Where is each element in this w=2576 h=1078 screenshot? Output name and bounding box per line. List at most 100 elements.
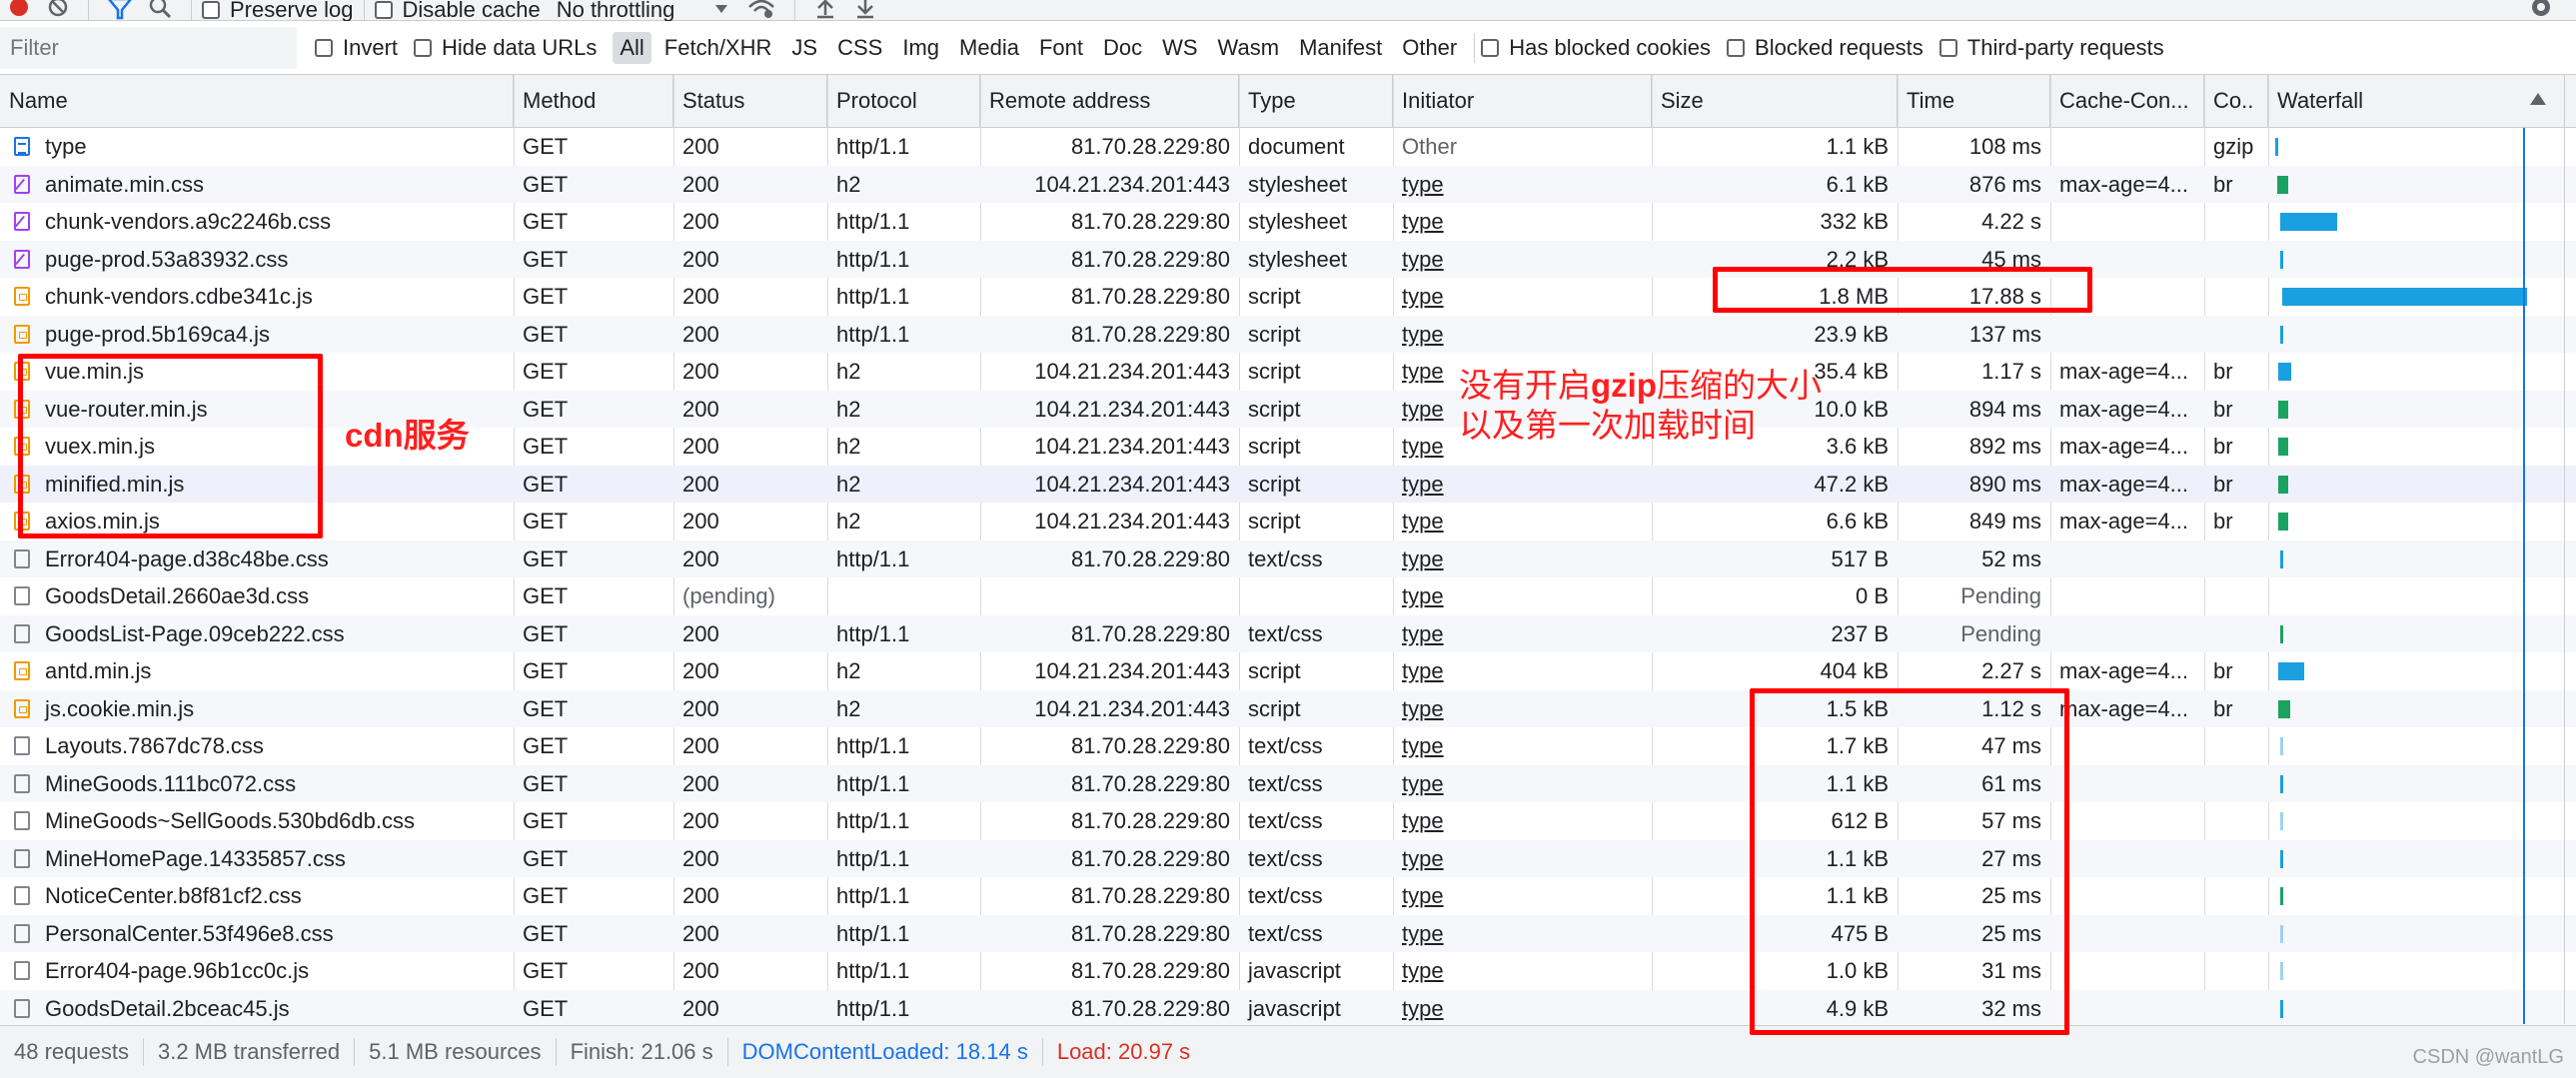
table-row[interactable]: minified.min.js GET 200 h2 104.21.234.201:44…	[0, 465, 2576, 504]
cell-type: stylesheet	[1248, 246, 1348, 272]
type-filter-other[interactable]: Other	[1395, 32, 1464, 64]
record-icon[interactable]	[8, 0, 30, 21]
checkbox-box[interactable]	[374, 1, 393, 19]
cell-initiator[interactable]: type	[1393, 690, 1652, 728]
cell-initiator[interactable]: type	[1393, 203, 1652, 241]
checkbox-box[interactable]	[1481, 38, 1500, 57]
throttling-select[interactable]: No throttling	[557, 0, 737, 22]
invert-checkbox[interactable]: Invert	[315, 35, 398, 61]
table-row[interactable]: js.cookie.min.js GET 200 h2 104.21.234.201:4…	[0, 689, 2576, 728]
cell-initiator[interactable]: type	[1393, 241, 1652, 279]
hide-data-urls-checkbox[interactable]: Hide data URLs	[414, 35, 597, 61]
type-filter-font[interactable]: Font	[1032, 32, 1090, 64]
column-header-type[interactable]: Type	[1239, 75, 1393, 127]
type-filter-manifest[interactable]: Manifest	[1292, 32, 1389, 64]
waterfall-bar	[2279, 737, 2283, 755]
cell-initiator[interactable]: type	[1393, 952, 1652, 990]
column-header-cache-control[interactable]: Cache-Con...	[2050, 75, 2204, 127]
type-filter-js[interactable]: JS	[784, 32, 824, 64]
table-row[interactable]: MineGoods~SellGoods.530bd6db.css GET 200 ht…	[0, 802, 2576, 840]
type-filter-fetch-xhr[interactable]: Fetch/XHR	[657, 32, 779, 64]
type-filter-css[interactable]: CSS	[830, 32, 889, 64]
has-blocked-cookies-checkbox[interactable]: Has blocked cookies	[1481, 35, 1711, 61]
cell-initiator[interactable]: type	[1393, 540, 1652, 578]
column-header-remote-address[interactable]: Remote address	[980, 75, 1239, 127]
filter-icon[interactable]	[107, 0, 133, 21]
cell-initiator[interactable]: type	[1393, 652, 1652, 690]
cell-initiator[interactable]: type	[1393, 802, 1652, 840]
filter-input[interactable]	[0, 26, 297, 69]
checkbox-box[interactable]	[1727, 38, 1746, 57]
export-har-icon[interactable]	[853, 0, 877, 21]
cell-protocol: http/1.1	[836, 209, 910, 234]
checkbox-box[interactable]	[414, 38, 433, 57]
checkbox-box[interactable]	[315, 38, 333, 57]
disable-cache-checkbox[interactable]: Disable cache	[374, 0, 541, 22]
table-row[interactable]: MineHomePage.14335857.css GET 200 http/1.1 8…	[0, 839, 2576, 878]
blocked-requests-checkbox[interactable]: Blocked requests	[1727, 35, 1924, 61]
cell-initiator[interactable]: type	[1393, 990, 1652, 1028]
scrollbar-track[interactable]	[2564, 75, 2565, 1024]
column-header-waterfall[interactable]: Waterfall	[2268, 75, 2564, 127]
column-header-name[interactable]: Name	[0, 75, 514, 127]
cell-initiator[interactable]: type	[1393, 577, 1652, 615]
clear-icon[interactable]	[46, 0, 70, 21]
table-row[interactable]: puge-prod.53a83932.css GET 200 http/1.1 81.7…	[0, 240, 2576, 279]
cell-name: type	[0, 128, 514, 166]
table-row[interactable]: MineGoods.111bc072.css GET 200 http/1.1 81.7…	[0, 764, 2576, 803]
cell-initiator[interactable]: type	[1393, 727, 1652, 765]
column-header-time[interactable]: Time	[1898, 75, 2050, 127]
table-row[interactable]: axios.min.js GET 200 h2 104.21.234.201:443 sc…	[0, 503, 2576, 540]
cell-name: GoodsDetail.2660ae3d.css	[0, 577, 514, 615]
cell-initiator[interactable]: type	[1393, 316, 1652, 354]
type-filter-img[interactable]: Img	[895, 32, 946, 64]
cell-initiator[interactable]: type	[1393, 503, 1652, 540]
search-icon[interactable]	[149, 0, 173, 21]
cell-name: animate.min.css	[0, 166, 514, 204]
cell-initiator[interactable]: type	[1393, 840, 1652, 878]
table-row[interactable]: antd.min.js GET 200 h2 104.21.234.201:443 scr…	[0, 652, 2576, 690]
cell-initiator[interactable]: type	[1393, 278, 1652, 316]
cell-initiator[interactable]: type	[1393, 166, 1652, 204]
type-filter-ws[interactable]: WS	[1155, 32, 1204, 64]
column-header-content-encoding[interactable]: Co..	[2204, 75, 2268, 127]
column-header-initiator[interactable]: Initiator	[1393, 75, 1652, 127]
table-row[interactable]: GoodsDetail.2bceac45.js GET 200 http/1.1 81.…	[0, 989, 2576, 1028]
checkbox-box[interactable]	[1938, 38, 1957, 57]
cell-initiator[interactable]: type	[1393, 466, 1652, 504]
type-filter-wasm[interactable]: Wasm	[1211, 32, 1287, 64]
column-header-size[interactable]: Size	[1652, 75, 1898, 127]
type-filter-all[interactable]: All	[613, 31, 651, 64]
gear-icon[interactable]	[2528, 0, 2554, 21]
column-header-method[interactable]: Method	[514, 75, 673, 127]
table-row[interactable]: type GET 200 http/1.1 81.70.28.229:80 documen…	[0, 128, 2576, 166]
cell-initiator[interactable]: type	[1393, 765, 1652, 803]
table-row[interactable]: PersonalCenter.53f496e8.css GET 200 http/1.…	[0, 914, 2576, 953]
table-row[interactable]: puge-prod.5b169ca4.js GET 200 http/1.1 81.70…	[0, 315, 2576, 354]
network-conditions-icon[interactable]	[746, 0, 776, 21]
cell-initiator[interactable]: type	[1393, 877, 1652, 915]
checkbox-box[interactable]	[202, 1, 220, 19]
type-filter-media[interactable]: Media	[952, 32, 1026, 64]
table-row[interactable]: NoticeCenter.b8f81cf2.css GET 200 http/1.1 8…	[0, 877, 2576, 915]
table-row[interactable]: animate.min.css GET 200 h2 104.21.234.201:44…	[0, 165, 2576, 204]
table-row[interactable]: GoodsDetail.2660ae3d.css GET (pending) type…	[0, 577, 2576, 615]
column-header-status[interactable]: Status	[673, 75, 827, 127]
cell-initiator[interactable]: type	[1393, 615, 1652, 653]
preserve-log-checkbox[interactable]: Preserve log	[202, 0, 354, 22]
cell-protocol: http/1.1	[836, 246, 910, 272]
table-row[interactable]: Layouts.7867dc78.css GET 200 http/1.1 81.70.…	[0, 727, 2576, 765]
table-row[interactable]: chunk-vendors.a9c2246b.css GET 200 http/1.1…	[0, 203, 2576, 241]
cell-initiator[interactable]: type	[1393, 915, 1652, 953]
import-har-icon[interactable]	[813, 0, 837, 21]
table-row[interactable]: vue.min.js GET 200 h2 104.21.234.201:443 scri…	[0, 353, 2576, 391]
third-party-requests-checkbox[interactable]: Third-party requests	[1938, 35, 2164, 61]
cell-method: GET	[523, 845, 569, 871]
table-row[interactable]: Error404-page.d38c48be.css GET 200 http/1.1…	[0, 539, 2576, 578]
table-row[interactable]: GoodsList-Page.09ceb222.css GET 200 http/1.…	[0, 614, 2576, 653]
column-header-protocol[interactable]: Protocol	[827, 75, 980, 127]
type-filter-doc[interactable]: Doc	[1096, 32, 1149, 64]
table-row[interactable]: Error404-page.96b1cc0c.js GET 200 http/1.1 8…	[0, 952, 2576, 990]
cell-co	[2204, 615, 2268, 653]
table-row[interactable]: chunk-vendors.cdbe341c.js GET 200 http/1.1 8…	[0, 278, 2576, 316]
